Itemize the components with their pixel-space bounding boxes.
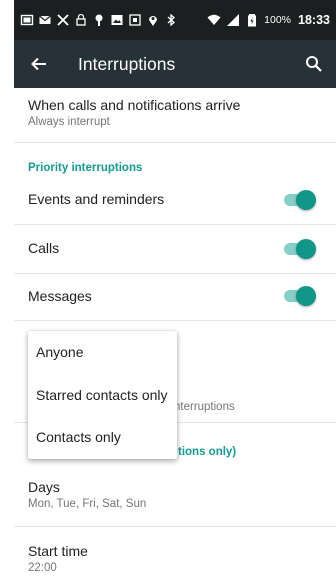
cellular-signal-icon xyxy=(226,13,240,27)
notification-icons xyxy=(20,13,178,27)
gmail-icon xyxy=(38,13,52,27)
location-icon xyxy=(146,13,160,27)
nfc-icon xyxy=(128,13,142,27)
days-subtitle: Mon, Tue, Fri, Sat, Sun xyxy=(28,498,147,510)
messages-toggle[interactable] xyxy=(282,286,316,306)
priority-item-label: Calls xyxy=(28,240,60,256)
divider xyxy=(14,526,336,527)
bluetooth-icon xyxy=(164,13,178,27)
contacts-popup-menu: Anyone Starred contacts only Contacts on… xyxy=(28,331,177,459)
page-title: Interruptions xyxy=(78,53,176,74)
when-calls-subtitle: Always interrupt xyxy=(28,116,110,128)
divider xyxy=(14,320,336,321)
days-setting[interactable]: Days Mon, Tue, Fri, Sat, Sun xyxy=(14,470,336,526)
divider xyxy=(14,142,336,143)
priority-item-label: Messages xyxy=(28,288,92,304)
days-title: Days xyxy=(28,479,60,495)
hidden-setting-subtitle: nterruptions xyxy=(174,401,235,413)
priority-item-label: Events and reminders xyxy=(28,191,165,207)
wifi-icon xyxy=(207,13,221,27)
app-toolbar: Interruptions xyxy=(14,40,336,88)
status-bar: 100% 18:33 xyxy=(14,0,336,40)
calls-toggle[interactable] xyxy=(282,239,316,259)
start-time-title: Start time xyxy=(28,543,88,559)
priority-item-events[interactable]: Events and reminders xyxy=(14,176,336,224)
search-button[interactable] xyxy=(292,40,336,88)
priority-section-header: Priority interruptions xyxy=(28,162,143,174)
priority-item-messages[interactable]: Messages xyxy=(14,274,336,320)
when-calls-setting[interactable]: When calls and notifications arrive Alwa… xyxy=(14,88,336,142)
when-calls-title: When calls and notifications arrive xyxy=(28,97,241,113)
tools-icon xyxy=(56,13,70,27)
start-time-subtitle: 22:00 xyxy=(28,562,57,574)
events-toggle[interactable] xyxy=(282,190,316,210)
menu-item-anyone[interactable]: Anyone xyxy=(28,331,177,374)
tree-icon xyxy=(92,13,106,27)
hidden-section-header-fragment: tions only) xyxy=(178,446,237,458)
start-time-setting[interactable]: Start time 22:00 xyxy=(14,534,336,580)
battery-percentage: 100% xyxy=(264,14,292,26)
image-icon xyxy=(110,13,124,27)
priority-item-calls[interactable]: Calls xyxy=(14,225,336,273)
menu-item-starred-contacts[interactable]: Starred contacts only xyxy=(28,374,177,417)
back-button[interactable] xyxy=(14,40,64,88)
arrow-back-icon xyxy=(31,57,46,71)
search-icon xyxy=(306,56,322,72)
battery-icon xyxy=(245,13,259,27)
screenshot-icon xyxy=(20,13,34,27)
lock-icon xyxy=(74,13,88,27)
menu-item-contacts-only[interactable]: Contacts only xyxy=(28,416,177,459)
settings-list: When calls and notifications arrive Alwa… xyxy=(14,88,336,574)
status-clock: 18:33 xyxy=(298,13,330,27)
system-icons: 100% 18:33 xyxy=(207,13,330,27)
